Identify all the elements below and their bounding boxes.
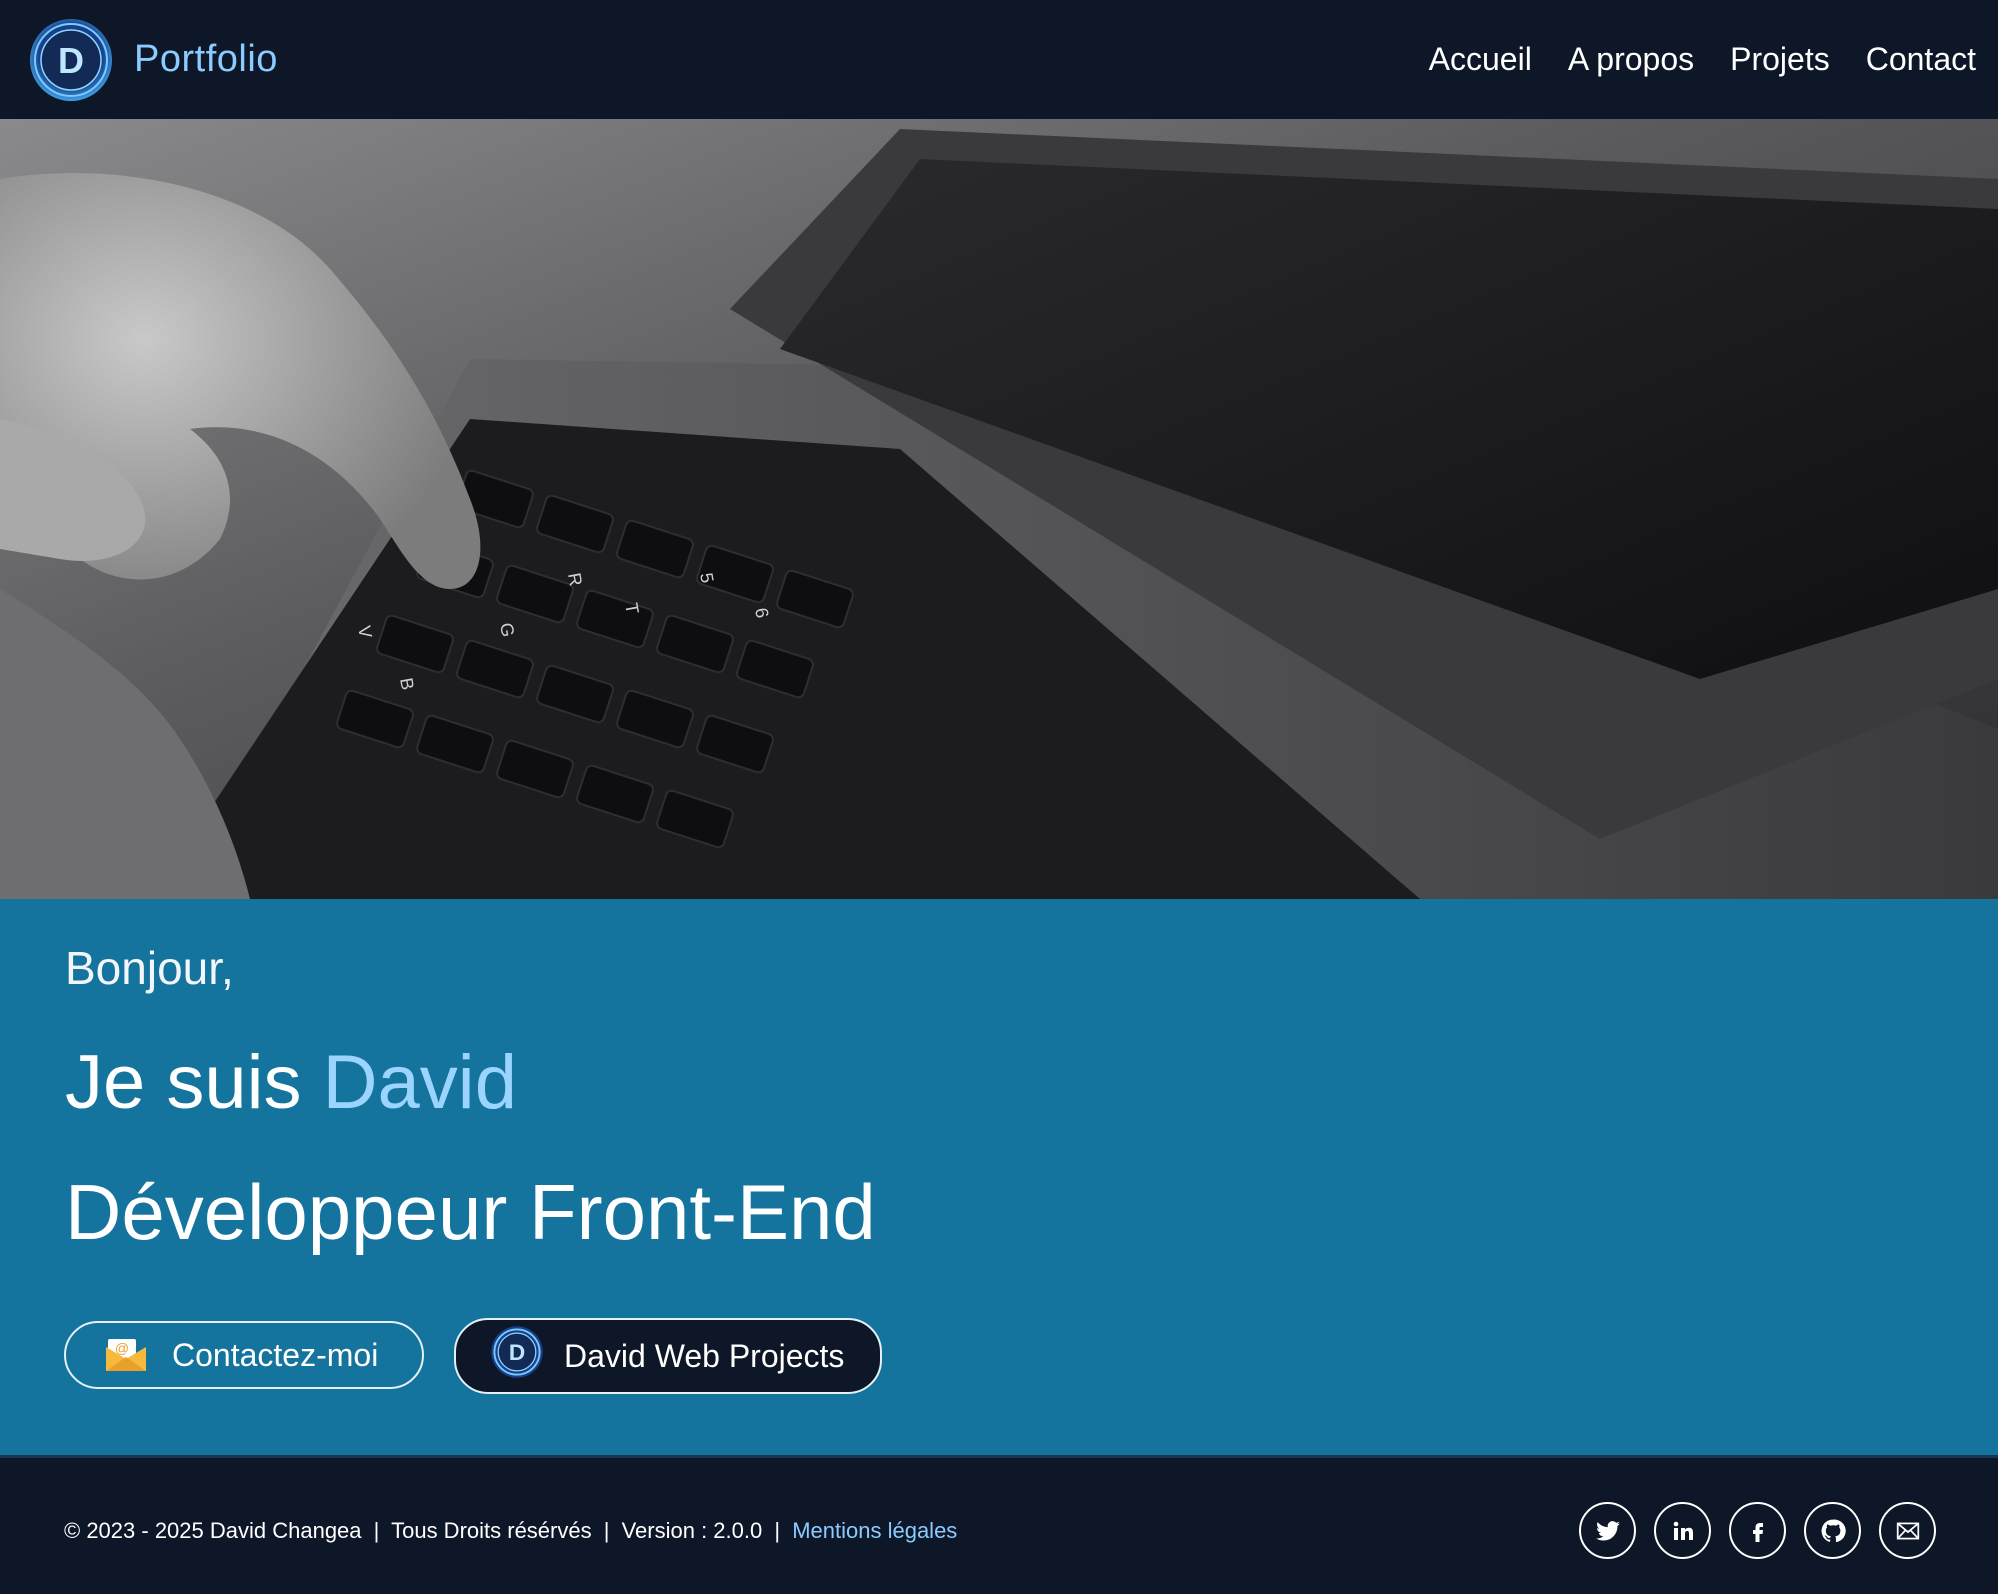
d-logo-icon: D xyxy=(28,17,114,103)
intro-section: Bonjour, Je suis David Développeur Front… xyxy=(0,899,1998,1455)
navbar: D Portfolio Accueil A propos Projets Con… xyxy=(0,0,1998,119)
main-nav: Accueil A propos Projets Contact xyxy=(1411,41,1976,78)
nav-link-contact[interactable]: Contact xyxy=(1848,41,1976,78)
nav-link-projets[interactable]: Projets xyxy=(1712,41,1848,78)
footer-text: © 2023 - 2025 David Changea | Tous Droit… xyxy=(64,1518,957,1544)
twitter-icon[interactable] xyxy=(1579,1502,1636,1559)
nav-link-a-propos[interactable]: A propos xyxy=(1550,41,1712,78)
separator: | xyxy=(774,1518,781,1543)
projects-button-label: David Web Projects xyxy=(564,1337,845,1374)
social-links xyxy=(1579,1502,1936,1559)
github-icon[interactable] xyxy=(1804,1502,1861,1559)
nav-link-accueil[interactable]: Accueil xyxy=(1411,41,1550,78)
greeting-text: Bonjour, xyxy=(65,942,234,994)
role-title: Développeur Front-End xyxy=(65,1168,876,1256)
contact-button-label: Contactez-moi xyxy=(172,1336,379,1373)
d-logo-icon: D xyxy=(490,1325,544,1387)
rights-text: Tous Droits résérvés xyxy=(391,1518,592,1543)
separator: | xyxy=(603,1518,610,1543)
legal-link[interactable]: Mentions légales xyxy=(792,1518,957,1543)
version-text: Version : 2.0.0 xyxy=(621,1518,763,1543)
email-icon[interactable] xyxy=(1879,1502,1936,1559)
svg-text:D: D xyxy=(509,1340,525,1365)
svg-text:D: D xyxy=(58,40,84,81)
svg-text:@: @ xyxy=(115,1340,129,1356)
linkedin-icon[interactable] xyxy=(1654,1502,1711,1559)
headline: Je suis David xyxy=(65,1039,517,1126)
footer: © 2023 - 2025 David Changea | Tous Droit… xyxy=(0,1455,1998,1594)
facebook-icon[interactable] xyxy=(1729,1502,1786,1559)
projects-button[interactable]: D David Web Projects xyxy=(454,1318,882,1394)
brand-link[interactable]: D Portfolio xyxy=(28,17,278,103)
headline-name: David xyxy=(322,1040,517,1125)
headline-prefix: Je suis xyxy=(65,1040,323,1125)
brand-name: Portfolio xyxy=(134,38,278,80)
separator: | xyxy=(373,1518,380,1543)
hero-photo: R T 5 6 G V B xyxy=(0,119,1998,899)
mail-envelope-icon: @ xyxy=(104,1329,148,1381)
laptop-typing-photo: R T 5 6 G V B xyxy=(0,119,1998,899)
contact-button[interactable]: @ Contactez-moi xyxy=(64,1321,424,1389)
copyright-text: © 2023 - 2025 David Changea xyxy=(64,1518,362,1543)
